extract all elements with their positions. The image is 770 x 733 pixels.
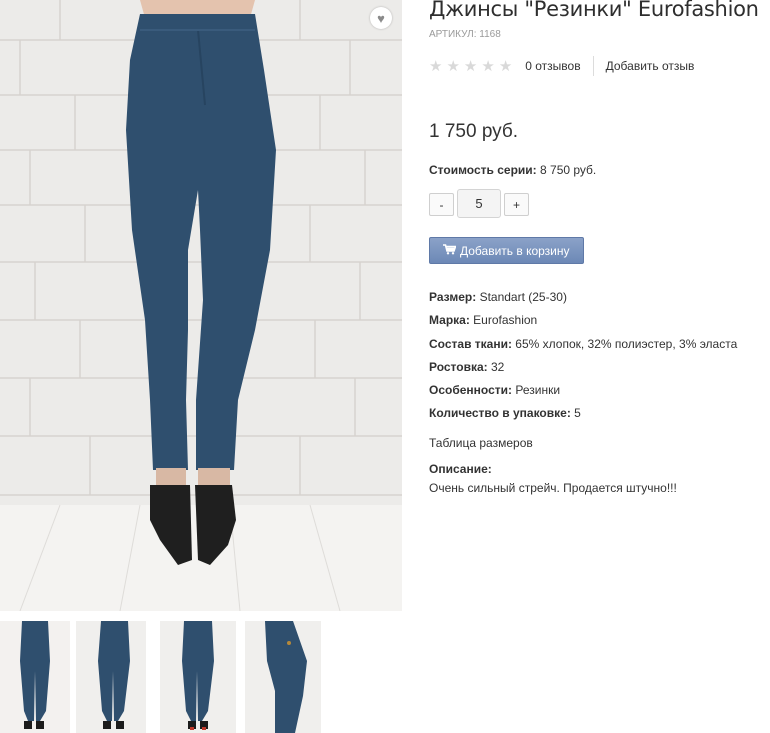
property-label: Марка: <box>429 313 470 328</box>
property-label: Состав ткани: <box>429 336 512 351</box>
series-price: Стоимость серии: 8 750 руб. <box>429 163 596 177</box>
quantity-input[interactable]: 5 <box>457 189 501 218</box>
property-value: Eurofashion <box>473 313 538 328</box>
add-to-cart-label: Добавить в корзину <box>460 243 570 258</box>
heart-icon: ♥ <box>377 10 385 26</box>
star-icon[interactable]: ★ <box>481 59 494 74</box>
thumbnail-1[interactable] <box>0 621 70 733</box>
property-label: Особенности: <box>429 383 513 398</box>
series-price-value: 8 750 руб. <box>540 163 597 177</box>
property-label: Размер: <box>429 290 477 304</box>
property-label: Количество в упаковке: <box>429 406 571 421</box>
thumbnail-3[interactable] <box>160 621 236 733</box>
thumbnail-4[interactable] <box>245 621 321 733</box>
quantity-increase-button[interactable]: + <box>504 193 529 216</box>
star-icon[interactable]: ★ <box>429 59 442 74</box>
product-main-image[interactable]: ♥ <box>0 0 402 611</box>
cart-icon <box>443 243 457 258</box>
star-icon[interactable]: ★ <box>446 59 459 74</box>
property-brand: Марка: Eurofashion <box>429 310 737 333</box>
property-pack-quantity: Количество в упаковке: 5 <box>429 403 737 426</box>
property-value: 5 <box>574 406 581 421</box>
thumbnail-strip <box>0 621 402 733</box>
property-fabric: Состав ткани: 65% хлопок, 32% полиэстер,… <box>429 334 737 357</box>
product-title: Джинсы "Резинки" Eurofashion <box>429 0 759 21</box>
reviews-link[interactable]: 0 отзывов <box>525 59 580 73</box>
add-to-cart-button[interactable]: Добавить в корзину <box>429 237 584 264</box>
property-size-range: Ростовка: 32 <box>429 357 737 380</box>
property-label: Ростовка: <box>429 359 488 374</box>
property-value: 32 <box>491 359 505 374</box>
product-price: 1 750 руб. <box>429 121 519 142</box>
quantity-decrease-button[interactable]: - <box>429 193 454 216</box>
star-icon[interactable]: ★ <box>499 59 512 74</box>
property-size: Размер: Standart (25-30) <box>429 287 737 310</box>
property-value: Резинки <box>515 383 561 398</box>
add-review-link[interactable]: Добавить отзыв <box>606 59 695 73</box>
product-sku: АРТИКУЛ: 1168 <box>429 29 501 40</box>
property-value: Standart (25-30) <box>479 290 567 304</box>
rating-row: ★ ★ ★ ★ ★ 0 отзывов Добавить отзыв <box>429 55 694 77</box>
product-properties: Размер: Standart (25-30) Марка: Eurofash… <box>429 287 737 427</box>
divider <box>592 56 594 76</box>
star-rating[interactable]: ★ ★ ★ ★ ★ <box>429 59 512 74</box>
size-table-link[interactable]: Таблица размеров <box>429 436 533 450</box>
star-icon[interactable]: ★ <box>464 59 477 74</box>
favorite-button[interactable]: ♥ <box>370 7 392 29</box>
description-text: Очень сильный стрейч. Продается штучно!!… <box>429 481 677 495</box>
property-value: 65% хлопок, 32% полиэстер, 3% эласта <box>515 336 738 351</box>
description-label: Описание: <box>429 462 492 476</box>
property-features: Особенности: Резинки <box>429 380 737 403</box>
series-price-label: Стоимость серии: <box>429 163 537 177</box>
thumbnail-2[interactable] <box>76 621 146 733</box>
